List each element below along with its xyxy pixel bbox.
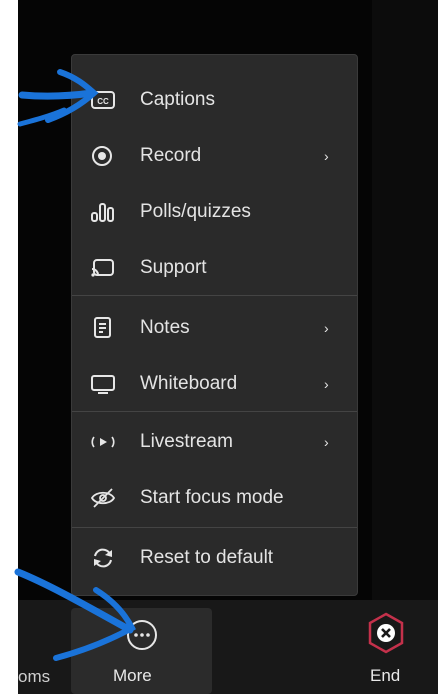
menu-item-label: Polls/quizzes (140, 201, 251, 222)
more-button-label: More (113, 666, 152, 685)
polls-icon (91, 203, 114, 222)
chevron-right-icon: › (324, 434, 329, 450)
menu-item-label: Support (140, 257, 207, 278)
menu-item-notes[interactable]: Notes › (72, 301, 357, 355)
menu-item-livestream[interactable]: Livestream › (72, 415, 357, 469)
side-panel (372, 0, 438, 600)
more-menu: CC Captions Record › Polls/quizzes Suppo… (71, 54, 358, 596)
chevron-right-icon: › (324, 376, 329, 392)
focus-mode-icon (90, 488, 116, 508)
menu-item-label: Whiteboard (140, 373, 238, 394)
menu-divider (72, 411, 357, 412)
menu-item-support[interactable]: Support (72, 241, 357, 295)
menu-divider (72, 295, 357, 296)
menu-item-label: Captions (140, 89, 215, 110)
svg-text:CC: CC (97, 97, 109, 106)
livestream-icon (91, 436, 115, 448)
end-button[interactable] (366, 612, 406, 658)
menu-item-reset[interactable]: Reset to default (72, 531, 357, 585)
whiteboard-icon (91, 375, 115, 394)
chevron-right-icon: › (324, 320, 329, 336)
rooms-button-label[interactable]: oms (18, 667, 50, 687)
captions-icon: CC (91, 91, 115, 109)
record-icon (92, 146, 112, 166)
menu-item-label: Reset to default (140, 547, 274, 568)
menu-divider (72, 527, 357, 528)
menu-item-label: Record (140, 145, 202, 166)
menu-item-record[interactable]: Record › (72, 129, 357, 183)
menu-item-label: Start focus mode (140, 487, 284, 508)
menu-item-label: Notes (140, 317, 190, 338)
support-icon (91, 259, 114, 277)
end-button-label: End (370, 666, 401, 685)
left-edge (0, 0, 18, 694)
chevron-right-icon: › (324, 148, 329, 164)
menu-item-polls[interactable]: Polls/quizzes (72, 185, 357, 239)
notes-icon (94, 317, 111, 338)
reset-icon (94, 548, 112, 568)
menu-item-focus-mode[interactable]: Start focus mode (72, 471, 357, 525)
menu-item-label: Livestream (140, 431, 233, 452)
more-icon (127, 620, 157, 650)
menu-item-captions[interactable]: CC Captions (72, 73, 357, 127)
end-call-icon (368, 612, 404, 654)
menu-item-whiteboard[interactable]: Whiteboard › (72, 357, 357, 411)
